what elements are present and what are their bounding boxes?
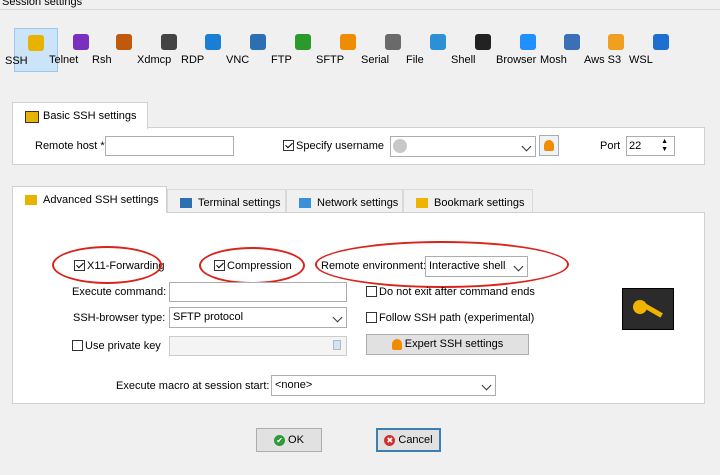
specify-username-label: Specify username xyxy=(296,140,385,152)
sftp-icon xyxy=(340,34,356,50)
file-browse-icon[interactable] xyxy=(333,340,341,350)
telnet-icon xyxy=(73,34,89,50)
follow-ssh-path-label: Follow SSH path (experimental) xyxy=(379,312,535,324)
use-private-key-checkbox[interactable] xyxy=(72,340,83,351)
highlight-ellipse-compression xyxy=(199,247,305,284)
user-manager-button[interactable] xyxy=(539,135,559,156)
window-title: Session settings xyxy=(2,0,83,8)
execute-macro-label: Execute macro at session start: xyxy=(116,380,270,392)
follow-ssh-path-checkbox[interactable] xyxy=(366,312,377,323)
tab-terminal-settings[interactable]: Terminal settings xyxy=(167,189,286,214)
ssh-key-image xyxy=(622,288,674,330)
username-combo[interactable] xyxy=(390,136,536,157)
do-not-exit-checkbox[interactable] xyxy=(366,286,377,297)
specify-username-checkbox[interactable] xyxy=(283,140,294,151)
tab-bookmark-settings[interactable]: Bookmark settings xyxy=(403,189,533,214)
file-icon xyxy=(430,34,446,50)
protocol-wsl[interactable]: WSL xyxy=(629,28,683,72)
chevron-down-icon xyxy=(521,141,532,152)
spinner-arrows-icon[interactable]: ▲ ▼ xyxy=(661,138,668,154)
user-settings-icon xyxy=(391,338,402,350)
terminal-icon xyxy=(180,198,192,208)
expert-ssh-settings-button[interactable]: Expert SSH settings xyxy=(366,334,529,355)
shell-icon xyxy=(475,34,491,50)
serial-icon xyxy=(385,34,401,50)
rsh-icon xyxy=(116,34,132,50)
star-icon xyxy=(416,198,428,208)
highlight-ellipse-x11 xyxy=(52,246,162,284)
chevron-down-icon xyxy=(481,380,492,391)
user-icon xyxy=(544,140,554,151)
vnc-icon xyxy=(250,34,266,50)
execute-command-label: Execute command: xyxy=(72,286,167,298)
tab-advanced-ssh-settings[interactable]: Advanced SSH settings xyxy=(12,186,167,213)
ssh-browser-type-select[interactable]: SFTP protocol xyxy=(169,307,347,328)
ftp-icon xyxy=(295,34,311,50)
execute-macro-select[interactable]: <none> xyxy=(271,375,496,396)
aws-s3-icon xyxy=(608,34,624,50)
port-label: Port xyxy=(600,140,621,152)
tab-network-settings[interactable]: Network settings xyxy=(286,189,403,214)
tab-basic-ssh-settings[interactable]: Basic SSH settings xyxy=(12,102,148,129)
private-key-input[interactable] xyxy=(169,336,347,356)
execute-command-input[interactable] xyxy=(169,282,347,302)
ssh-key-icon xyxy=(25,111,39,123)
cancel-icon: ✖ xyxy=(384,434,396,446)
browser-icon xyxy=(520,34,536,50)
title-divider xyxy=(0,9,720,10)
use-private-key-label: Use private key xyxy=(85,340,161,352)
rdp-icon xyxy=(205,34,221,50)
port-spinner[interactable]: 22 ▲ ▼ xyxy=(626,136,675,156)
cancel-button[interactable]: ✖ Cancel xyxy=(376,428,441,452)
do-not-exit-label: Do not exit after command ends xyxy=(379,286,535,298)
mosh-icon xyxy=(564,34,580,50)
chevron-down-icon xyxy=(332,312,343,323)
check-icon: ✔ xyxy=(274,434,286,446)
ssh-icon xyxy=(28,35,44,51)
ssh-key-icon xyxy=(25,195,37,205)
xdmcp-icon xyxy=(161,34,177,50)
user-avatar-icon xyxy=(393,139,407,154)
ssh-browser-type-label: SSH-browser type: xyxy=(73,312,166,324)
wsl-icon xyxy=(653,34,669,50)
ok-button[interactable]: ✔ OK xyxy=(256,428,322,452)
highlight-ellipse-remote-env xyxy=(315,241,569,288)
remote-host-label: Remote host * xyxy=(35,140,105,152)
remote-host-input[interactable] xyxy=(105,136,234,156)
network-icon xyxy=(299,198,311,208)
